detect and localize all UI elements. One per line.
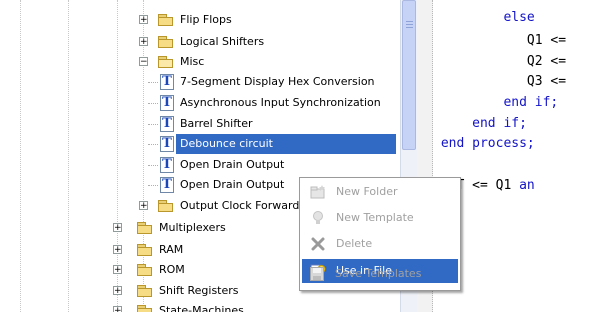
tree-item-template[interactable]: T Asynchronous Input Synchronization bbox=[0, 93, 400, 113]
folder-icon bbox=[137, 264, 153, 276]
tree-item-label: Barrel Shifter bbox=[180, 117, 253, 130]
folder-icon bbox=[137, 305, 153, 312]
expand-icon[interactable]: + bbox=[113, 245, 122, 255]
code-line: Q1 <= bbox=[433, 33, 567, 48]
folder-icon bbox=[137, 222, 153, 234]
tree-item-label: Shift Registers bbox=[159, 284, 239, 297]
menu-item-save-templates[interactable]: Save Templates bbox=[301, 262, 457, 286]
tree-item-template[interactable]: T 7-Segment Display Hex Conversion bbox=[0, 72, 400, 92]
menu-item-label: New Template bbox=[336, 211, 414, 224]
tree-connector bbox=[148, 124, 158, 125]
new-folder-icon bbox=[310, 185, 325, 199]
folder-icon bbox=[137, 244, 153, 256]
code-line: Q2 <= bbox=[433, 54, 567, 69]
scrollbar-thumb[interactable] bbox=[402, 0, 416, 150]
tree-item-misc[interactable]: − Misc bbox=[0, 52, 400, 72]
expand-icon[interactable]: + bbox=[139, 201, 148, 211]
template-icon: T bbox=[160, 136, 174, 152]
tree-item-label: Multiplexers bbox=[159, 221, 226, 234]
tree-connector bbox=[148, 103, 158, 104]
code-line: Q3 <= bbox=[433, 74, 567, 89]
menu-item-label: Delete bbox=[336, 237, 373, 250]
tree-connector bbox=[148, 144, 158, 145]
tree-item-label: Flip Flops bbox=[180, 13, 232, 26]
tree-item-logical-shifters[interactable]: + Logical Shifters bbox=[0, 32, 400, 52]
expand-icon[interactable]: + bbox=[113, 265, 122, 275]
expand-icon[interactable]: + bbox=[113, 223, 122, 233]
expand-icon[interactable]: + bbox=[113, 306, 122, 312]
expand-icon[interactable]: + bbox=[139, 15, 148, 25]
tree-item-label: Debounce circuit bbox=[180, 137, 273, 150]
tree-item-label: ROM bbox=[159, 263, 185, 276]
tree-item-state-machines[interactable]: + State-Machines bbox=[0, 301, 400, 312]
folder-icon bbox=[158, 200, 174, 212]
tree-item-template[interactable]: T Barrel Shifter bbox=[0, 114, 400, 134]
tree-item-flip-flops[interactable]: + Flip Flops bbox=[0, 10, 400, 30]
tree-item-label: State-Machines bbox=[159, 304, 244, 312]
tree-item-template[interactable]: T Open Drain Output bbox=[0, 155, 400, 175]
menu-item-label: Save Templates bbox=[335, 267, 422, 280]
tree-connector bbox=[148, 185, 158, 186]
tree-connector bbox=[148, 165, 158, 166]
template-icon: T bbox=[160, 116, 174, 132]
code-line: end if; bbox=[503, 95, 559, 110]
menu-item-delete[interactable]: Delete bbox=[302, 232, 458, 256]
tree-item-label: Asynchronous Input Synchronization bbox=[180, 96, 381, 109]
new-template-icon bbox=[313, 211, 323, 224]
menu-item-new-folder[interactable]: New Folder bbox=[302, 180, 458, 204]
tree-item-label: Misc bbox=[180, 55, 205, 68]
template-icon: T bbox=[160, 177, 174, 193]
delete-icon bbox=[311, 237, 325, 251]
template-icon: T bbox=[160, 157, 174, 173]
tree-item-label: 7-Segment Display Hex Conversion bbox=[180, 75, 375, 88]
folder-icon bbox=[158, 36, 174, 48]
menu-item-label: New Folder bbox=[336, 185, 398, 198]
template-icon: T bbox=[160, 95, 174, 111]
tree-item-label: Logical Shifters bbox=[180, 35, 265, 48]
code-line: else bbox=[503, 10, 535, 25]
tree-item-label: Output Clock Forwarding bbox=[180, 199, 317, 212]
tree-item-label: Open Drain Output bbox=[180, 178, 285, 191]
tree-item-template-selected[interactable]: T Debounce circuit bbox=[0, 134, 400, 154]
collapse-icon[interactable]: − bbox=[139, 57, 148, 67]
template-icon: T bbox=[160, 74, 174, 90]
menu-item-new-template[interactable]: New Template bbox=[302, 206, 458, 230]
expand-icon[interactable]: + bbox=[113, 286, 122, 296]
tree-connector bbox=[148, 82, 158, 83]
save-templates-icon bbox=[310, 267, 324, 281]
code-line: end if; bbox=[472, 116, 527, 131]
tree-item-label: Open Drain Output bbox=[180, 158, 285, 171]
tree-item-label: RAM bbox=[159, 243, 184, 256]
expand-icon[interactable]: + bbox=[139, 37, 148, 47]
code-line: end process; bbox=[440, 136, 535, 151]
folder-icon bbox=[158, 14, 174, 26]
open-folder-icon bbox=[158, 56, 174, 68]
folder-icon bbox=[137, 285, 153, 297]
